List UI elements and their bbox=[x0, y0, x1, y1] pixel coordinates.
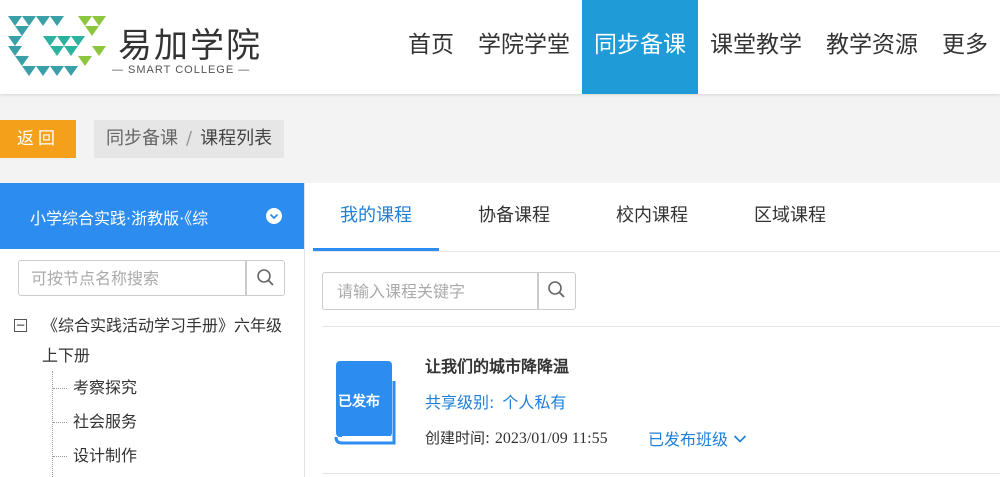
share-level-label: 共享级别: bbox=[425, 393, 495, 412]
breadcrumb-item-sync-prep[interactable]: 同步备课 bbox=[106, 128, 178, 149]
nav-home[interactable]: 首页 bbox=[396, 0, 466, 94]
share-level: 共享级别: 个人私有 bbox=[425, 389, 566, 413]
logo-mark-icon bbox=[8, 16, 106, 76]
published-classes-label: 已发布班级 bbox=[648, 430, 729, 449]
logo[interactable]: 易加学院 — SMART COLLEGE — bbox=[8, 12, 268, 82]
course-tabs: 我的课程 协备课程 校内课程 区域课程 bbox=[313, 183, 1000, 252]
toolbar: 返回 同步备课 / 课程列表 bbox=[0, 116, 1000, 164]
search-icon bbox=[257, 269, 274, 286]
logo-subtitle: — SMART COLLEGE — bbox=[112, 64, 251, 76]
course-panel: 我的课程 协备课程 校内课程 区域课程 已发布 让我们的城市降降温 共享级别: 个… bbox=[305, 183, 1000, 477]
course-search-button[interactable] bbox=[538, 272, 576, 310]
breadcrumb-item-course-list: 课程列表 bbox=[200, 128, 273, 149]
published-classes-dropdown[interactable]: 已发布班级 bbox=[648, 426, 747, 450]
tree-root-label[interactable]: 《综合实践活动学习手册》六年级上下册 bbox=[14, 311, 294, 371]
main-nav: 首页 学院学堂 同步备课 课堂教学 教学资源 更多 bbox=[396, 0, 1000, 94]
created-time: 创建时间: 2023/01/09 11:55 bbox=[425, 427, 608, 448]
logo-title: 易加学院 bbox=[118, 26, 262, 66]
course-title[interactable]: 让我们的城市降降温 bbox=[425, 353, 569, 377]
published-badge: 已发布 bbox=[338, 394, 380, 410]
course-search-input[interactable] bbox=[322, 272, 538, 310]
created-time-value: 2023/01/09 11:55 bbox=[494, 430, 608, 447]
tree-item-inquiry[interactable]: 考察探究 bbox=[53, 371, 137, 405]
site-header: 易加学院 — SMART COLLEGE — 首页 学院学堂 同步备课 课堂教学… bbox=[0, 0, 1000, 94]
node-search-input[interactable] bbox=[18, 260, 246, 296]
chevron-down-icon[interactable] bbox=[266, 208, 282, 224]
textbook-selector-label: 小学综合实践·浙教版·《综 bbox=[30, 209, 209, 228]
tree-item-social-service[interactable]: 社会服务 bbox=[53, 405, 137, 439]
chevron-down-icon bbox=[734, 435, 747, 443]
course-card: 已发布 让我们的城市降降温 共享级别: 个人私有 创建时间: 2023/01/09… bbox=[322, 327, 1000, 474]
course-book-icon[interactable]: 已发布 bbox=[330, 357, 400, 447]
tab-district-courses[interactable]: 区域课程 bbox=[727, 183, 853, 249]
tab-my-courses[interactable]: 我的课程 bbox=[313, 183, 439, 251]
nav-more[interactable]: 更多 bbox=[930, 0, 1000, 94]
breadcrumb-separator: / bbox=[186, 128, 193, 149]
tree-children: 考察探究 社会服务 设计制作 bbox=[52, 371, 137, 477]
tab-school-courses[interactable]: 校内课程 bbox=[589, 183, 715, 249]
breadcrumb: 同步备课 / 课程列表 bbox=[94, 120, 285, 158]
created-time-label: 创建时间: bbox=[425, 429, 491, 447]
tree-item-design-make[interactable]: 设计制作 bbox=[53, 439, 137, 473]
nav-sync-prep[interactable]: 同步备课 bbox=[582, 0, 698, 94]
collapse-icon[interactable]: − bbox=[14, 319, 27, 332]
sidebar: 小学综合实践·浙教版·《综 − 《综合实践活动学习手册》六年级上下册 考察探究 … bbox=[0, 183, 305, 477]
tab-collab-courses[interactable]: 协备课程 bbox=[451, 183, 577, 249]
back-button[interactable]: 返回 bbox=[0, 120, 76, 158]
nav-classroom[interactable]: 课堂教学 bbox=[698, 0, 814, 94]
nav-resources[interactable]: 教学资源 bbox=[814, 0, 930, 94]
tree-root[interactable]: − 《综合实践活动学习手册》六年级上下册 bbox=[14, 311, 294, 371]
search-icon bbox=[548, 281, 565, 298]
textbook-selector[interactable]: 小学综合实践·浙教版·《综 bbox=[0, 183, 304, 249]
node-search-button[interactable] bbox=[246, 260, 285, 296]
share-level-value: 个人私有 bbox=[502, 393, 567, 412]
nav-college[interactable]: 学院学堂 bbox=[466, 0, 582, 94]
